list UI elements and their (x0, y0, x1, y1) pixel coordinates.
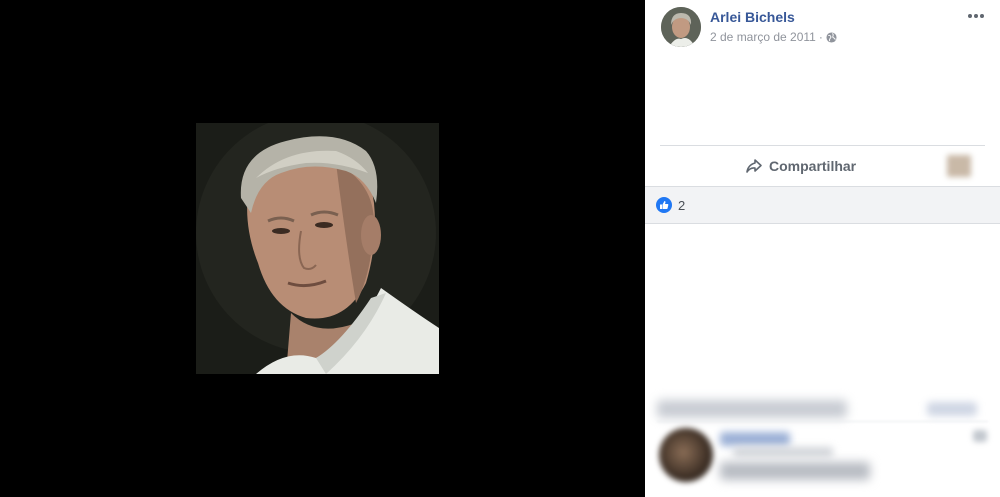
actions-divider (660, 145, 985, 146)
portrait-image (196, 123, 439, 374)
blurred-divider (657, 421, 988, 422)
avatar-portrait (661, 7, 701, 47)
more-options-icon[interactable] (966, 8, 986, 24)
share-arrow-icon (746, 159, 762, 173)
more-dot (968, 14, 972, 18)
blurred-comment-link (927, 402, 977, 416)
like-icon[interactable] (656, 197, 672, 213)
author-name-link[interactable]: Arlei Bichels (710, 9, 795, 25)
post-meta: 2 de março de 2011 · (710, 30, 837, 44)
commenter-avatar (659, 428, 713, 482)
more-dot (974, 14, 978, 18)
share-button[interactable]: Compartilhar (745, 152, 856, 180)
blurred-comment-header (657, 400, 847, 418)
blurred-comment-text (720, 462, 870, 480)
viewer-avatar[interactable] (947, 155, 971, 177)
author-avatar[interactable] (661, 7, 701, 47)
globe-icon[interactable] (826, 31, 837, 43)
post-photo[interactable] (196, 123, 439, 374)
photo-stage (0, 0, 645, 497)
thumbs-up-glyph (660, 201, 669, 209)
reactions-bar: 2 (645, 186, 1000, 224)
meta-separator: · (818, 30, 823, 44)
like-count[interactable]: 2 (678, 198, 685, 213)
blurred-comment-text (733, 447, 833, 457)
more-dot (980, 14, 984, 18)
blurred-comment-action (973, 430, 987, 442)
post-date[interactable]: 2 de março de 2011 (710, 30, 816, 44)
blurred-commenter-name (720, 432, 790, 446)
share-label: Compartilhar (769, 158, 857, 174)
post-side-panel: Arlei Bichels 2 de março de 2011 · Compa… (645, 0, 1000, 497)
